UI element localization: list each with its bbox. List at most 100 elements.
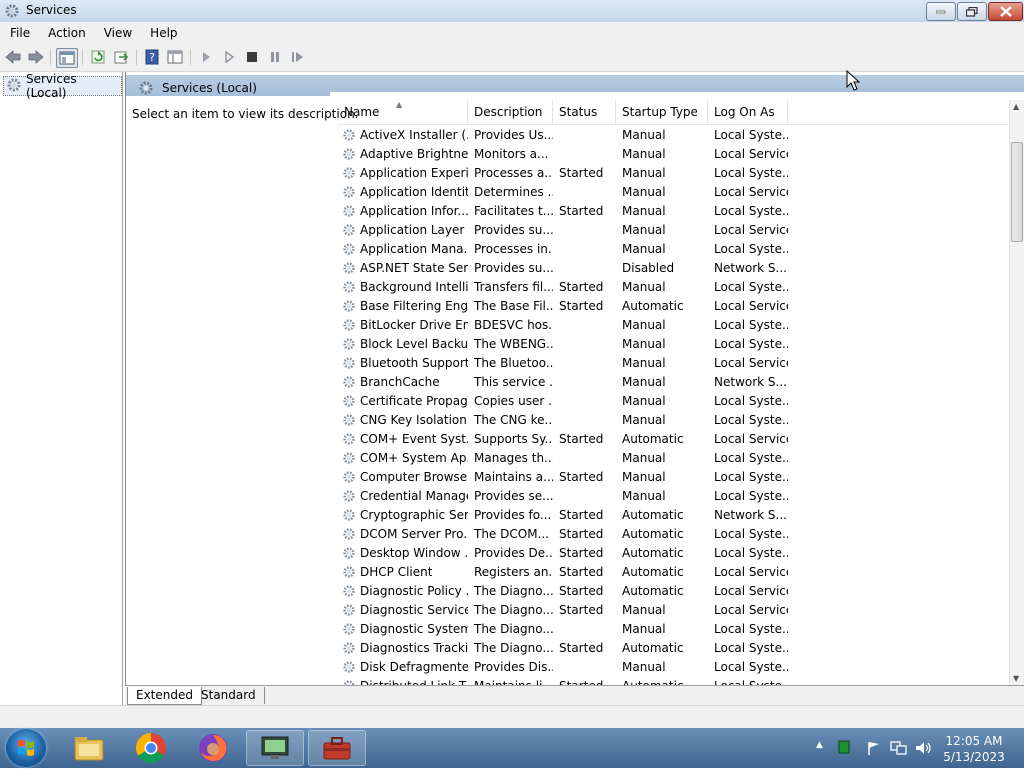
service-gear-icon <box>342 622 356 636</box>
taskbar-remote-desktop[interactable] <box>246 730 304 766</box>
service-startup-type: Automatic <box>622 640 684 655</box>
show-hide-console-tree-icon[interactable] <box>56 48 78 68</box>
menu-help[interactable]: Help <box>141 26 186 40</box>
start-button[interactable] <box>6 729 46 767</box>
service-name: Bluetooth Support... <box>360 355 468 370</box>
scrollbar-thumb[interactable] <box>1011 142 1023 242</box>
service-name: Block Level Backu... <box>360 336 468 351</box>
service-row[interactable]: BitLocker Drive En... BDESVC hos... Manual… <box>338 315 1010 334</box>
refresh-icon[interactable] <box>88 48 108 66</box>
tab-standard[interactable]: Standard <box>193 687 265 704</box>
service-log-on-as: Local Service <box>714 222 788 237</box>
start-service-alt-icon[interactable] <box>219 48 239 66</box>
services-gear-icon <box>6 77 22 96</box>
service-row[interactable]: Block Level Backu... The WBENG... Manual Lo… <box>338 334 1010 353</box>
service-row[interactable]: DCOM Server Pro... The DCOM... Started Auto… <box>338 524 1010 543</box>
service-startup-type: Manual <box>622 127 666 142</box>
tab-extended[interactable]: Extended <box>127 687 202 705</box>
properties-icon[interactable] <box>165 48 185 66</box>
service-row[interactable]: Adaptive Brightness Monitors a... Manual Lo… <box>338 144 1010 163</box>
service-row[interactable]: BranchCache This service ... Manual Network… <box>338 372 1010 391</box>
service-startup-type: Disabled <box>622 260 675 275</box>
volume-icon[interactable] <box>914 740 932 759</box>
service-row[interactable]: Application Mana... Processes in... Manual… <box>338 239 1010 258</box>
service-row[interactable]: Credential Manager Provides se... Manual Lo… <box>338 486 1010 505</box>
service-row[interactable]: ActiveX Installer (... Provides Us... Manu… <box>338 125 1010 144</box>
service-log-on-as: Local Syste... <box>714 279 788 294</box>
service-row[interactable]: Computer Browser Maintains a... Started Man… <box>338 467 1010 486</box>
column-header-startup-type[interactable]: Startup Type <box>616 100 708 124</box>
service-row[interactable]: Application Infor... Facilitates t... Star… <box>338 201 1010 220</box>
help-icon[interactable]: ? <box>142 48 162 66</box>
network-activity-icon[interactable] <box>838 740 850 757</box>
menu-view[interactable]: View <box>95 26 141 40</box>
minimize-button[interactable] <box>926 2 956 21</box>
service-row[interactable]: DHCP Client Registers an... Started Automat… <box>338 562 1010 581</box>
service-startup-type: Manual <box>622 450 666 465</box>
forward-arrow-icon[interactable] <box>26 48 46 66</box>
pause-service-icon[interactable] <box>265 48 285 66</box>
services-list[interactable]: ▲ Name Description Status Startup Type L… <box>338 100 1024 685</box>
service-row[interactable]: Desktop Window ... Provides De... Started A… <box>338 543 1010 562</box>
scroll-down-arrow-icon[interactable]: ▼ <box>1013 674 1019 683</box>
show-hidden-icons-icon[interactable]: ▲ <box>816 740 823 750</box>
taskbar-firefox[interactable] <box>184 730 242 766</box>
service-row[interactable]: Application Experi... Processes a... Start… <box>338 163 1010 182</box>
column-header-status[interactable]: Status <box>553 100 616 124</box>
service-row[interactable]: Base Filtering Engi... The Base Fil... Sta… <box>338 296 1010 315</box>
column-header-name[interactable]: ▲ Name <box>338 100 468 124</box>
stop-service-icon[interactable] <box>242 48 262 66</box>
close-button[interactable] <box>988 2 1023 21</box>
service-row[interactable]: Diagnostic System... The Diagno... Manual L… <box>338 619 1010 638</box>
service-row[interactable]: COM+ System Ap... Manages th... Manual Loca… <box>338 448 1010 467</box>
start-service-icon[interactable] <box>196 48 216 66</box>
vertical-scrollbar[interactable]: ▲ ▼ <box>1009 100 1024 685</box>
service-startup-type: Automatic <box>622 526 684 541</box>
services-gear-icon <box>138 80 154 99</box>
service-row[interactable]: Application Layer ... Provides su... Manua… <box>338 220 1010 239</box>
service-name-cell: DCOM Server Pro... <box>338 527 468 541</box>
restore-button[interactable] <box>957 2 987 21</box>
service-name: Computer Browser <box>360 469 468 484</box>
service-log-on-as: Local Syste... <box>714 640 788 655</box>
network-icon[interactable] <box>890 740 908 759</box>
service-row[interactable]: ASP.NET State Ser... Provides su... Disabl… <box>338 258 1010 277</box>
service-gear-icon <box>342 546 356 560</box>
restart-service-icon[interactable] <box>288 48 308 66</box>
service-startup-type: Manual <box>622 222 666 237</box>
service-row[interactable]: Background Intelli... Transfers fil... Sta… <box>338 277 1010 296</box>
service-row[interactable]: CNG Key Isolation The CNG ke... Manual Loca… <box>338 410 1010 429</box>
taskbar-services[interactable] <box>308 730 366 766</box>
export-list-icon[interactable] <box>111 48 131 66</box>
menu-action[interactable]: Action <box>39 26 95 40</box>
service-row[interactable]: Bluetooth Support... The Bluetoo... Manual… <box>338 353 1010 372</box>
service-gear-icon <box>342 299 356 313</box>
service-row[interactable]: Diagnostic Policy ... The Diagno... Starte… <box>338 581 1010 600</box>
tree-item-services-local[interactable]: Services (Local) <box>3 72 122 100</box>
menu-file[interactable]: File <box>0 26 39 40</box>
service-name-cell: Base Filtering Engi... <box>338 299 468 313</box>
window-title: Services <box>26 3 77 17</box>
column-header-log-on-as[interactable]: Log On As <box>708 100 788 124</box>
service-description: The Diagno... <box>474 583 553 598</box>
service-name: BitLocker Drive En... <box>360 317 468 332</box>
service-row[interactable]: COM+ Event Syst... Supports Sy... Started A… <box>338 429 1010 448</box>
service-log-on-as: Network S... <box>714 507 787 522</box>
service-row[interactable]: Application Identity Determines ... Manual… <box>338 182 1010 201</box>
service-log-on-as: Local Syste... <box>714 127 788 142</box>
scroll-up-arrow-icon[interactable]: ▲ <box>1013 102 1019 111</box>
service-row[interactable]: Certificate Propag... Copies user ... Manu… <box>338 391 1010 410</box>
taskbar-clock[interactable]: 12:05 AM 5/13/2023 <box>940 733 1008 765</box>
service-row[interactable]: Diagnostic Service... The Diagno... Starte… <box>338 600 1010 619</box>
title-bar[interactable]: Services <box>0 0 1024 23</box>
service-row[interactable]: Distributed Link T...Maintains li...Star… <box>338 676 1010 685</box>
taskbar-chrome[interactable] <box>122 730 180 766</box>
service-row[interactable]: Diagnostics Tracki... The Diagno... Starte… <box>338 638 1010 657</box>
taskbar-file-explorer[interactable] <box>60 730 118 766</box>
clock-date: 5/13/2023 <box>943 750 1005 764</box>
back-arrow-icon[interactable] <box>3 48 23 66</box>
service-row[interactable]: Cryptographic Ser... Provides fo... Starte… <box>338 505 1010 524</box>
action-center-flag-icon[interactable] <box>866 740 882 759</box>
column-header-description[interactable]: Description <box>468 100 553 124</box>
service-row[interactable]: Disk Defragmenter Provides Dis... Manual Lo… <box>338 657 1010 676</box>
